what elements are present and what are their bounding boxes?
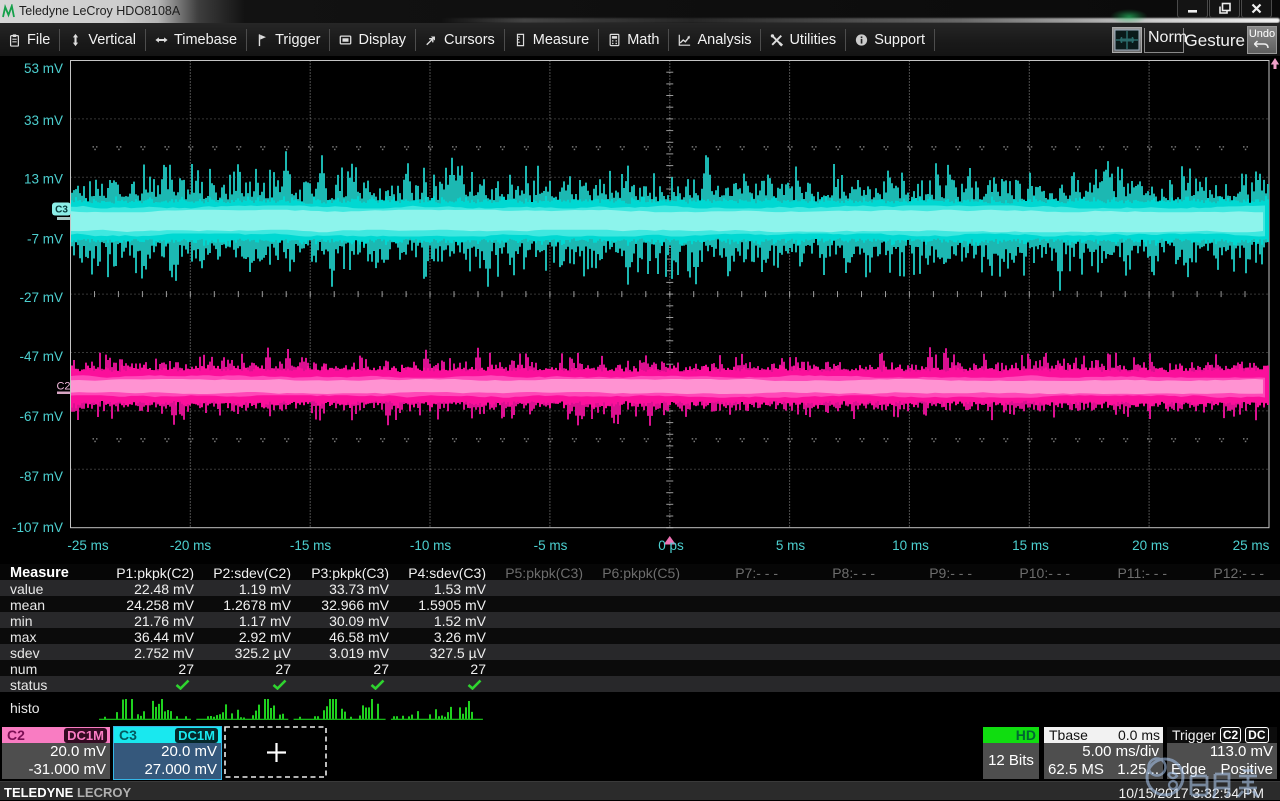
svg-text:-5 ms: -5 ms: [534, 538, 568, 553]
svg-text:-7 mV: -7 mV: [27, 232, 63, 247]
svg-text:C2: C2: [56, 381, 70, 393]
svg-text:-25 ms: -25 ms: [67, 538, 109, 553]
svg-text:-107 mV: -107 mV: [12, 520, 63, 535]
svg-text:-10 ms: -10 ms: [410, 538, 452, 553]
svg-text:53 mV: 53 mV: [24, 61, 63, 76]
svg-text:-27 mV: -27 mV: [19, 290, 63, 305]
svg-text:-67 mV: -67 mV: [19, 409, 63, 424]
svg-text:C3: C3: [55, 205, 68, 216]
svg-text:10 ms: 10 ms: [892, 538, 929, 553]
svg-text:-15 ms: -15 ms: [290, 538, 332, 553]
svg-text:25 ms: 25 ms: [1233, 538, 1270, 553]
svg-text:-47 mV: -47 mV: [19, 349, 63, 364]
svg-text:33 mV: 33 mV: [24, 113, 63, 128]
svg-text:0 ps: 0 ps: [658, 538, 684, 553]
svg-text:-87 mV: -87 mV: [19, 469, 63, 484]
svg-text:5 ms: 5 ms: [776, 538, 806, 553]
svg-text:13 mV: 13 mV: [24, 172, 63, 187]
svg-text:20 ms: 20 ms: [1132, 538, 1169, 553]
svg-text:-20 ms: -20 ms: [170, 538, 212, 553]
svg-text:15 ms: 15 ms: [1012, 538, 1049, 553]
